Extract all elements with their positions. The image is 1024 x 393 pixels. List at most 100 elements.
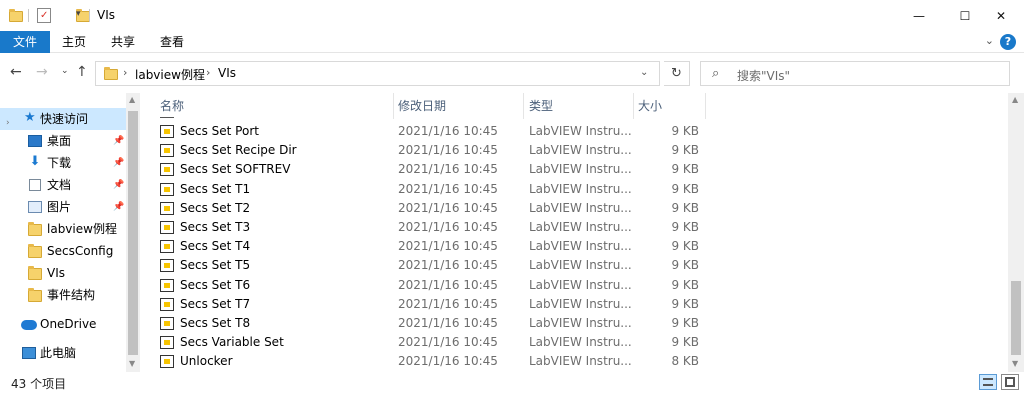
pin-icon: 📌 — [113, 158, 125, 168]
file-date: 2021/1/16 10:45 — [398, 335, 498, 350]
breadcrumb-labview[interactable]: labview例程 — [135, 66, 205, 83]
file-date: 2021/1/16 10:45 — [398, 296, 498, 311]
chevron-down-icon[interactable]: › — [6, 112, 20, 128]
search-placeholder: 搜索"VIs" — [737, 69, 791, 83]
sidebar-item-label: labview例程 — [47, 222, 117, 236]
tab-view[interactable]: 查看 — [148, 31, 196, 53]
column-divider[interactable] — [705, 93, 706, 119]
file-type: LabVIEW Instru... — [529, 296, 632, 311]
customize-quick-access-icon[interactable]: ▾ — [76, 9, 81, 25]
sidebar-item-vis[interactable]: VIs — [0, 262, 126, 284]
sidebar-item-quick-access[interactable]: › ★ 快速访问 — [0, 108, 126, 130]
details-view-icon — [983, 378, 993, 386]
vi-file-icon — [160, 221, 174, 234]
tab-home[interactable]: 主页 — [50, 31, 98, 53]
title-bar: ✓ ▾ VIs — ☐ ✕ — [0, 0, 1024, 31]
table-row[interactable]: Secs Set T5 2021/1/16 10:45 LabVIEW Instru… — [140, 256, 1008, 275]
file-date: 2021/1/16 10:45 — [398, 354, 498, 369]
breadcrumb-separator-icon[interactable]: › — [206, 66, 210, 79]
large-icons-view-button[interactable] — [1001, 374, 1019, 390]
file-name: Secs Set T8 — [180, 316, 251, 330]
file-type: LabVIEW Instru... — [529, 124, 632, 138]
sidebar-item-label: OneDrive — [40, 317, 97, 331]
tab-file[interactable]: 文件 — [0, 31, 50, 53]
close-button[interactable]: ✕ — [978, 0, 1024, 31]
table-row[interactable]: Secs Set SOFTREV 2021/1/16 10:45 LabVIEW I… — [140, 160, 1008, 179]
folder-icon — [104, 67, 118, 80]
column-divider[interactable] — [523, 93, 524, 119]
table-row[interactable]: Secs Variable Set 2021/1/16 10:45 LabVIEW … — [140, 333, 1008, 352]
scroll-up-icon[interactable]: ▲ — [129, 95, 135, 104]
file-date: 2021/1/16 10:45 — [398, 162, 498, 177]
file-size: 9 KB — [671, 296, 699, 311]
details-view-button[interactable] — [979, 374, 997, 390]
back-arrow-icon[interactable]: ← — [10, 64, 22, 80]
forward-arrow-icon[interactable]: → — [36, 64, 48, 80]
scroll-down-icon[interactable]: ▼ — [1012, 359, 1018, 368]
scrollbar-thumb[interactable] — [1011, 281, 1021, 355]
scrollbar-thumb[interactable] — [128, 111, 138, 355]
navigation-pane: › ★ 快速访问 桌面 📌 ⬇ 下载 📌 文档 📌 图片 📌 labview例程… — [0, 93, 126, 372]
table-row[interactable]: Secs Set T1 2021/1/16 10:45 LabVIEW Instru… — [140, 180, 1008, 199]
expand-ribbon-icon[interactable]: ⌄ — [985, 34, 994, 47]
table-row[interactable]: Secs Set Port 2021/1/16 10:45 LabVIEW Inst… — [140, 122, 1008, 141]
sidebar-scrollbar[interactable]: ▲ ▼ — [126, 93, 140, 372]
file-type: LabVIEW Instru... — [529, 277, 632, 292]
column-header-type[interactable]: 类型 — [529, 93, 553, 119]
sidebar-item-labview[interactable]: labview例程 — [0, 218, 126, 240]
column-header-size[interactable]: 大小 — [638, 93, 662, 119]
sidebar-item-this-pc[interactable]: 此电脑 — [0, 342, 126, 364]
help-icon[interactable]: ? — [1000, 34, 1016, 50]
properties-icon[interactable]: ✓ — [37, 8, 51, 23]
column-divider[interactable] — [393, 93, 394, 119]
file-type: LabVIEW Instru... — [529, 335, 632, 350]
table-row[interactable]: Secs Set T4 2021/1/16 10:45 LabVIEW Instru… — [140, 237, 1008, 256]
table-row[interactable]: Secs Set T3 2021/1/16 10:45 LabVIEW Instru… — [140, 218, 1008, 237]
sidebar-item-label: VIs — [47, 266, 65, 280]
minimize-button[interactable]: — — [896, 0, 942, 31]
refresh-button[interactable]: ↻ — [664, 61, 690, 86]
column-divider[interactable] — [633, 93, 634, 119]
status-bar: 43 个项目 — [0, 372, 1024, 393]
file-name: Secs Set T4 — [180, 239, 251, 254]
toolbar-separator — [28, 9, 29, 22]
table-row[interactable]: Secs Set T2 2021/1/16 10:45 LabVIEW Instru… — [140, 199, 1008, 218]
address-bar[interactable]: › labview例程 › VIs — [95, 61, 660, 86]
scroll-down-icon[interactable]: ▼ — [129, 359, 135, 368]
folder-icon — [9, 9, 23, 22]
sidebar-item-onedrive[interactable]: OneDrive — [0, 313, 126, 335]
file-list-scrollbar[interactable]: ▲ ▼ — [1008, 93, 1024, 372]
file-type: LabVIEW Instru... — [529, 316, 632, 330]
breadcrumb-separator-icon[interactable]: › — [123, 66, 127, 79]
table-row[interactable]: Secs Set T6 2021/1/16 10:45 LabVIEW Instru… — [140, 276, 1008, 295]
file-type: LabVIEW Instru... — [529, 200, 632, 215]
table-row[interactable]: Secs Set T7 2021/1/16 10:45 LabVIEW Instru… — [140, 295, 1008, 314]
column-header-name[interactable]: 名称 — [160, 93, 184, 119]
up-arrow-icon[interactable]: ↑ — [76, 64, 88, 80]
download-icon: ⬇ — [29, 154, 41, 169]
sidebar-item-desktop[interactable]: 桌面 📌 — [0, 130, 126, 152]
sidebar-item-label: SecsConfig — [47, 244, 114, 258]
sidebar-item-pictures[interactable]: 图片 📌 — [0, 196, 126, 218]
sidebar-item-downloads[interactable]: ⬇ 下载 📌 — [0, 152, 126, 174]
tab-share[interactable]: 共享 — [99, 31, 147, 53]
table-row[interactable]: Secs Set T8 2021/1/16 10:45 LabVIEW Instru… — [140, 314, 1008, 333]
table-row[interactable]: Unlocker 2021/1/16 10:45 LabVIEW Instru...… — [140, 352, 1008, 371]
file-date: 2021/1/16 10:45 — [398, 277, 498, 292]
sidebar-item-label: 桌面 — [47, 134, 72, 148]
file-name: Secs Set T1 — [180, 181, 251, 196]
sidebar-item-documents[interactable]: 文档 📌 — [0, 174, 126, 196]
table-row[interactable]: Secs Set Recipe Dir 2021/1/16 10:45 LabVIE… — [140, 141, 1008, 160]
address-dropdown-icon[interactable]: ⌄ — [640, 67, 648, 78]
breadcrumb-vis[interactable]: VIs — [218, 66, 236, 80]
search-input[interactable]: ⌕ 搜索"VIs" — [700, 61, 1010, 86]
sidebar-item-event-structure[interactable]: 事件结构 — [0, 284, 126, 306]
vi-file-icon — [160, 297, 174, 311]
column-header-date[interactable]: 修改日期 — [398, 93, 446, 119]
refresh-icon: ↻ — [671, 66, 682, 81]
picture-icon — [28, 201, 42, 213]
recent-locations-icon[interactable]: ⌄ — [61, 66, 69, 76]
sidebar-item-secsconfig[interactable]: SecsConfig — [0, 240, 126, 262]
sidebar-item-label: 事件结构 — [47, 288, 96, 302]
scroll-up-icon[interactable]: ▲ — [1012, 95, 1018, 104]
